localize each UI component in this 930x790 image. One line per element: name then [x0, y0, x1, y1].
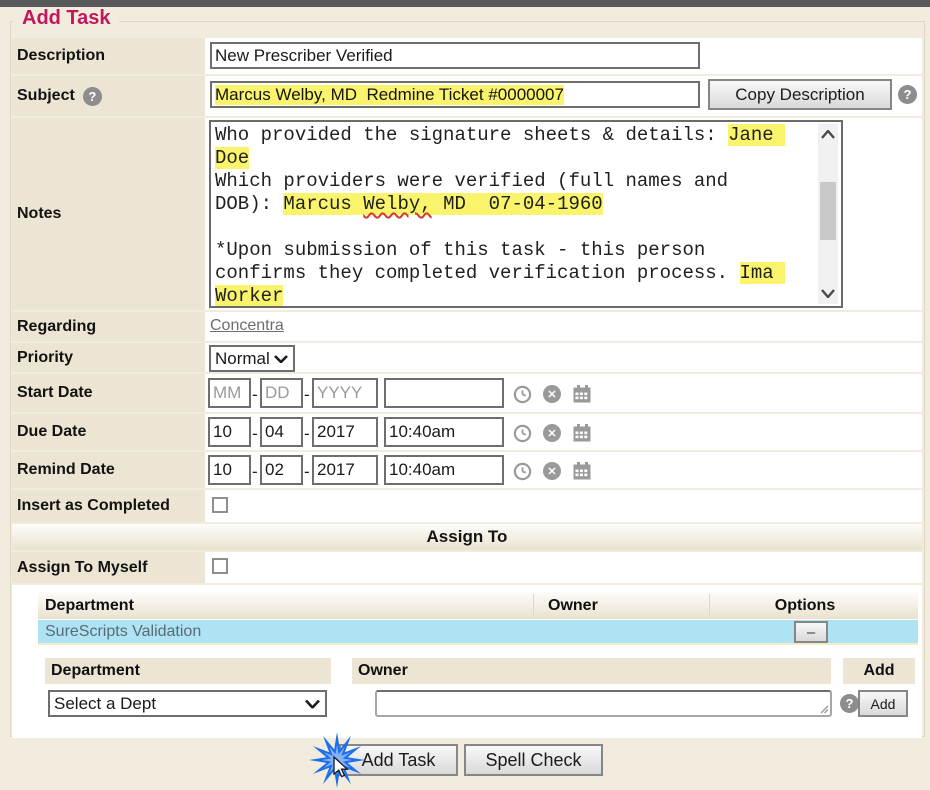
- start-date-clock-icon[interactable]: [513, 385, 532, 404]
- click-indicator-burst: [306, 730, 368, 790]
- add-owner-header-text: Owner: [358, 662, 408, 680]
- regarding-label-text: Regarding: [17, 318, 96, 336]
- due-date-day-input[interactable]: [260, 417, 303, 447]
- remind-date-label: Remind Date: [12, 452, 205, 488]
- scroll-down-icon[interactable]: [821, 289, 835, 298]
- scroll-thumb[interactable]: [820, 182, 836, 240]
- date-separator: -: [252, 462, 258, 482]
- description-label-text: Description: [17, 47, 105, 65]
- remove-assignment-button[interactable]: –: [794, 621, 828, 643]
- priority-row: [205, 343, 922, 372]
- subject-row-help-icon[interactable]: ?: [898, 85, 917, 104]
- assign-myself-label-text: Assign To Myself: [17, 559, 147, 577]
- start-date-label-text: Start Date: [17, 384, 93, 402]
- subject-input-text: Marcus Welby, MD Redmine Ticket #0000007: [215, 85, 564, 105]
- start-date-day-input[interactable]: [260, 378, 303, 408]
- subject-help-icon[interactable]: ?: [83, 87, 102, 106]
- assign-myself-row: [205, 552, 922, 583]
- assignments-col-owner: Owner: [548, 597, 598, 615]
- chevron-down-icon: [274, 355, 288, 363]
- page-title: Add Task: [14, 7, 119, 30]
- notes-scrollbar[interactable]: [818, 124, 838, 304]
- subject-input[interactable]: Marcus Welby, MD Redmine Ticket #0000007: [210, 81, 700, 108]
- add-dept-header: Department: [45, 658, 331, 684]
- notes-label: Notes: [12, 118, 205, 310]
- remind-date-clock-icon[interactable]: [513, 462, 532, 481]
- copy-description-button[interactable]: Copy Description: [708, 79, 892, 110]
- assignments-col-options: Options: [730, 597, 880, 615]
- start-date-time-input[interactable]: [384, 378, 504, 408]
- description-input[interactable]: [210, 42, 700, 69]
- column-divider: [709, 594, 710, 617]
- insert-completed-label: Insert as Completed: [12, 490, 205, 522]
- insert-completed-checkbox[interactable]: [212, 497, 228, 513]
- regarding-link[interactable]: Concentra: [210, 317, 284, 335]
- notes-textarea[interactable]: Who provided the signature sheets & deta…: [209, 120, 843, 308]
- assign-myself-checkbox[interactable]: [212, 558, 228, 574]
- due-date-clock-icon[interactable]: [513, 424, 532, 443]
- regarding-label: Regarding: [12, 312, 205, 341]
- due-date-label: Due Date: [12, 414, 205, 450]
- start-date-clear-icon[interactable]: ✕: [543, 385, 561, 403]
- assignments-table-header: Department Owner Options: [38, 592, 918, 619]
- resize-grip-icon[interactable]: [820, 705, 829, 714]
- assignment-row[interactable]: SureScripts Validation –: [38, 620, 918, 645]
- chevron-down-icon: [305, 699, 320, 708]
- remind-date-day-input[interactable]: [260, 455, 303, 485]
- insert-completed-row: [205, 490, 922, 522]
- assign-myself-label: Assign To Myself: [12, 552, 205, 583]
- notes-text: Who provided the signature sheets & deta…: [215, 124, 793, 308]
- owner-help-icon[interactable]: ?: [840, 694, 859, 713]
- department-selected-value: Select a Dept: [54, 694, 156, 714]
- date-separator: -: [304, 424, 310, 444]
- description-label: Description: [12, 38, 205, 74]
- notes-label-text: Notes: [17, 205, 61, 223]
- date-separator: -: [252, 385, 258, 405]
- remind-date-label-text: Remind Date: [17, 461, 115, 479]
- assign-to-section-title: Assign To: [427, 527, 508, 547]
- add-assignment-button[interactable]: Add: [858, 690, 908, 717]
- remind-date-year-input[interactable]: [312, 455, 378, 485]
- add-owner-header: Owner: [352, 658, 831, 684]
- date-separator: -: [304, 462, 310, 482]
- due-date-calendar-icon[interactable]: [572, 423, 592, 443]
- column-divider: [533, 594, 534, 617]
- regarding-row: [205, 312, 922, 341]
- due-date-label-text: Due Date: [17, 423, 86, 441]
- due-date-year-input[interactable]: [312, 417, 378, 447]
- scroll-up-icon[interactable]: [821, 130, 835, 139]
- top-bar: [0, 0, 930, 7]
- priority-selected-value: Normal: [215, 349, 270, 369]
- spell-check-button[interactable]: Spell Check: [464, 744, 603, 776]
- remind-date-month-input[interactable]: [208, 455, 251, 485]
- assign-to-section-header: Assign To: [12, 524, 922, 550]
- due-date-time-input[interactable]: [384, 417, 504, 447]
- department-select[interactable]: Select a Dept: [48, 690, 327, 717]
- due-date-clear-icon[interactable]: ✕: [543, 424, 561, 442]
- assignments-col-department: Department: [45, 597, 134, 615]
- due-date-month-input[interactable]: [208, 417, 251, 447]
- insert-completed-label-text: Insert as Completed: [17, 497, 170, 515]
- add-add-header-text: Add: [863, 662, 894, 680]
- date-separator: -: [304, 385, 310, 405]
- assignment-department: SureScripts Validation: [45, 623, 201, 641]
- subject-label-text: Subject: [17, 87, 75, 105]
- priority-label: Priority: [12, 343, 205, 372]
- date-separator: -: [252, 424, 258, 444]
- priority-select[interactable]: Normal: [209, 345, 295, 372]
- add-add-header: Add: [843, 658, 915, 684]
- priority-label-text: Priority: [17, 349, 73, 367]
- start-date-year-input[interactable]: [312, 378, 378, 408]
- remind-date-calendar-icon[interactable]: [572, 461, 592, 481]
- remind-date-clear-icon[interactable]: ✕: [543, 462, 561, 480]
- add-dept-header-text: Department: [51, 662, 140, 680]
- start-date-month-input[interactable]: [208, 378, 251, 408]
- start-date-calendar-icon[interactable]: [572, 384, 592, 404]
- remind-date-time-input[interactable]: [384, 455, 504, 485]
- subject-label: Subject ?: [12, 76, 205, 116]
- start-date-label: Start Date: [12, 374, 205, 412]
- owner-input[interactable]: [375, 690, 832, 717]
